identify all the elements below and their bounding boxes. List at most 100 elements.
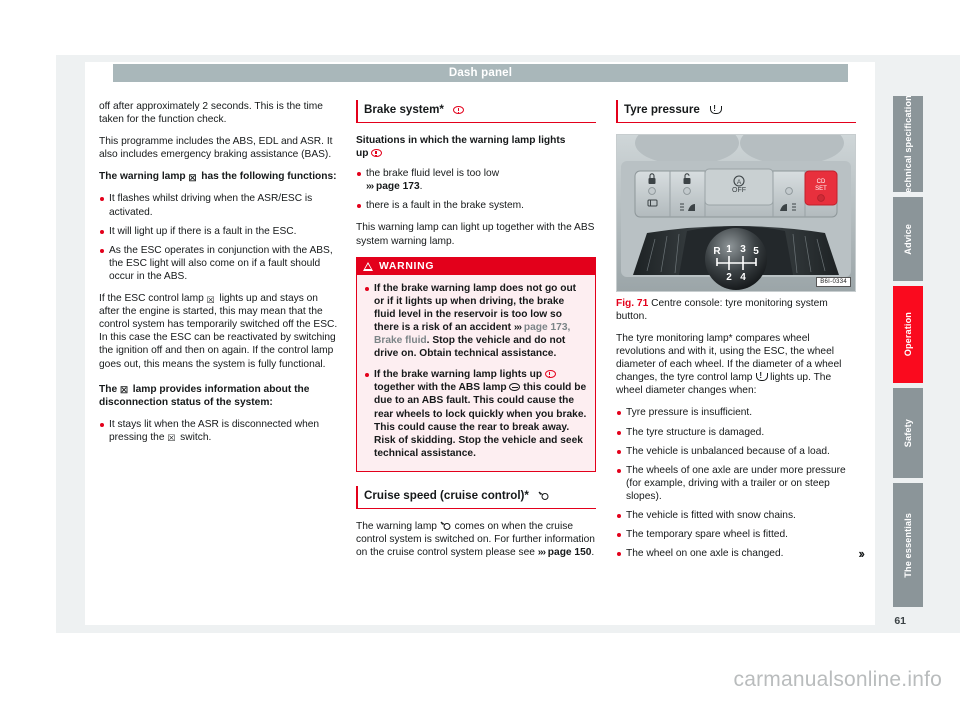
paragraph-text-a: The warning lamp [356,520,440,532]
figure-centre-console: CD SET A OFF R 1 3 5 2 4 B6I-0334 Fig. 7… [616,134,856,323]
site-watermark: carmanualsonline.info [733,668,942,691]
esc-lamp-icon: ☒ [188,172,197,183]
paragraph-programme: This programme includes the ABS, EDL and… [99,136,333,161]
tab-the-essentials[interactable]: The essentials [893,483,923,607]
asr-lamp-icon: ☒ [119,385,129,396]
svg-text:SET: SET [815,186,827,192]
heading-text-before: The warning lamp [99,171,189,183]
svg-text:OFF: OFF [732,187,746,194]
tyre-pressure-lamp-icon [755,371,769,382]
paragraph-esc-control-lamp: If the ESC control lamp ☒ lights up and … [99,292,339,371]
tab-technical-specifications[interactable]: Technical specifications [893,96,923,192]
tab-safety[interactable]: Safety [893,388,923,478]
warning-text-a: If the brake warning lamp lights up [374,369,545,381]
page-xref-link[interactable]: page 150 [545,547,592,558]
section-heading-tyre-pressure: Tyre pressure [616,100,856,123]
svg-text:2: 2 [726,272,732,283]
svg-text:CD: CD [817,179,826,185]
brake-warning-lamp-icon [544,370,556,379]
subheading-line-1: Situations in which the warning lamp lig… [356,135,566,146]
cruise-control-glyph [538,491,549,501]
list-item: As the ESC operates in conjunction with … [99,244,339,283]
list-item: The wheel on one axle is changed. ›› [616,547,865,560]
section-tab-rail: Technical specifications Advice Operatio… [893,96,927,607]
list-item: Tyre pressure is insufficient. [616,406,856,419]
paragraph-text-c: . [591,547,595,559]
page-xref-link[interactable]: page 173 [373,181,420,192]
figure-image-id: B6I-0334 [816,277,851,287]
figure-number: Fig. 71 [616,298,649,309]
tab-operation[interactable]: Operation [893,286,923,383]
figure-caption: Fig. 71 Centre console: tyre monitoring … [616,297,856,323]
column-left: off after approximately 2 seconds. This … [99,100,339,610]
heading-asr-lamp-info: The ☒ lamp provides information about th… [99,383,339,409]
cruise-control-lamp-icon [538,487,550,501]
paragraph-lamp-with-abs: This warning lamp can light up together … [356,222,595,247]
warning-text-b: together with the ABS lamp [374,382,510,394]
tyre-pressure-lamp-icon [709,104,723,115]
list-item: It flashes whilst driving when the ASR/E… [99,192,339,218]
list-item: If the brake warning lamp does not go ou… [364,282,588,361]
column-right: Tyre pressure ! CD SET A OFF R 1 3 5 2 4… [616,100,865,610]
tab-label: Operation [903,312,913,357]
svg-text:4: 4 [740,272,746,283]
list-item: the brake fluid level is too low ››› page… [356,167,596,193]
brake-warning-lamp-icon [371,149,383,158]
section-heading-text: Tyre pressure [624,103,700,116]
tab-label: Technical specifications [903,96,913,192]
list-item: The vehicle is fitted with snow chains. [616,509,856,522]
paragraph-continuation: off after approximately 2 seconds. This … [99,101,323,126]
list-item: The wheels of one axle are under more pr… [616,464,856,503]
xref-trailing-text: . [419,181,423,193]
warning-box-label: WARNING [379,260,435,272]
section-heading-text: Brake system* [364,103,444,116]
page-header-band: Dash panel [113,64,848,82]
list-item-text: The wheel on one axle is changed. [626,548,784,560]
warning-box-header: WARNING [357,257,595,275]
svg-text:5: 5 [753,246,759,257]
list-item-text: the brake fluid level is too low [366,168,500,180]
svg-text:3: 3 [740,244,746,255]
list-item: It will light up if there is a fault in … [99,225,339,238]
asr-switch-icon: ☒ [167,433,176,444]
subheading-line-2-before: up [356,148,372,160]
heading-text-before: The [99,383,120,395]
brake-warning-lamp-icon [453,106,465,114]
warning-box: WARNING If the brake warning lamp does n… [356,256,596,472]
heading-text-after: has the following functions: [198,171,337,183]
warning-triangle-icon [363,261,373,271]
heading-text-after: lamp provides information about the disc… [99,383,310,408]
paragraph-text-after: lights up and stays on after the engine … [99,293,338,370]
tab-label: Advice [903,223,913,255]
manual-page: Dash panel off after approximately 2 sec… [0,0,960,708]
list-item: The tyre structure is damaged. [616,426,856,439]
list-item: If the brake warning lamp lights up toge… [364,368,588,460]
paragraph-cruise-control: The warning lamp comes on when the cruis… [356,520,596,559]
section-heading-brake-system: Brake system* [356,100,596,123]
esc-lamp-icon: ☒ [206,294,215,305]
section-heading-text: Cruise speed (cruise control)* [364,488,529,502]
paragraph-tyre-monitoring: The tyre monitoring lamp* compares wheel… [616,332,856,397]
list-item-text-after: switch. [177,431,212,443]
centre-console-illustration: CD SET A OFF R 1 3 5 2 4 [617,135,855,291]
tab-label: Safety [903,418,913,448]
tab-advice[interactable]: Advice [893,197,923,281]
column-middle: Brake system* Situations in which the wa… [356,100,596,610]
three-column-layout: off after approximately 2 seconds. This … [99,100,869,610]
list-item: The vehicle is unbalanced because of a l… [616,445,856,458]
cruise-control-lamp-icon [440,521,452,531]
svg-text:1: 1 [726,244,732,255]
page-number: 61 [894,615,906,627]
abs-lamp-icon [509,383,521,392]
paragraph-text-before: If the ESC control lamp [99,293,207,305]
figure-image: CD SET A OFF R 1 3 5 2 4 B6I-0334 [616,134,856,292]
heading-warning-lamp-functions: The warning lamp ☒ has the following fun… [99,170,339,183]
list-item: It stays lit when the ASR is disconnecte… [99,418,339,444]
list-item: there is a fault in the brake system. [356,199,596,212]
warning-box-body: If the brake warning lamp does not go ou… [357,275,595,471]
page-title: Dash panel [448,67,513,79]
svg-text:A: A [737,179,742,186]
list-item-text-before: It stays lit when the ASR is disconnecte… [109,418,320,443]
figure-caption-text: Centre console: tyre monitoring system b… [616,298,828,322]
tab-label: The essentials [903,512,913,578]
